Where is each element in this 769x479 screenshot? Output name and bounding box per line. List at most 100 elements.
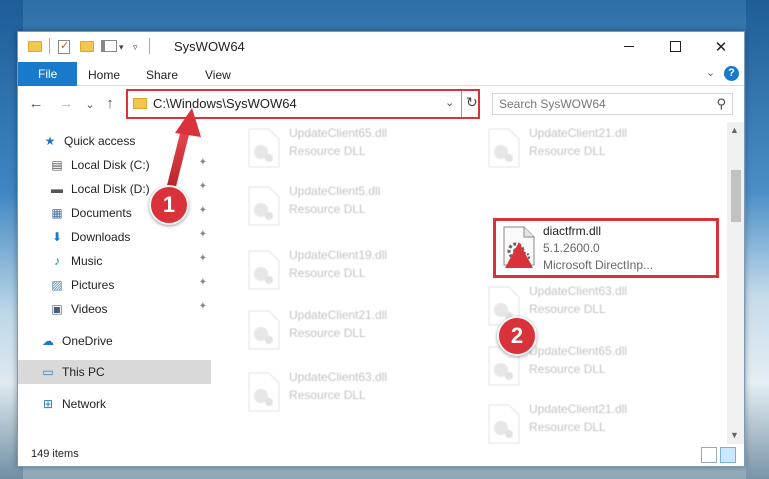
file-type: Resource DLL xyxy=(529,302,606,316)
file-type: Resource DLL xyxy=(529,420,606,434)
chevron-down-icon[interactable]: ▾ xyxy=(119,42,124,58)
pin-icon[interactable]: ✦ xyxy=(199,253,207,264)
pin-icon[interactable]: ✦ xyxy=(199,181,207,192)
address-path[interactable]: C:\Windows\SysWOW64 xyxy=(153,96,297,111)
sidebar-item-quick-access[interactable]: ★ Quick access xyxy=(18,129,211,153)
file-tile-diactfrm[interactable]: diactfrm.dll 5.1.2600.0 Microsoft Direct… xyxy=(493,218,719,278)
file-name: UpdateClient65.dll xyxy=(289,126,388,140)
dll-file-icon xyxy=(248,310,280,350)
scrollbar-thumb[interactable] xyxy=(731,170,741,222)
minimize-button[interactable] xyxy=(606,32,652,61)
file-list: UpdateClient65.dll Resource DLL UpdateCl… xyxy=(211,122,744,444)
tiles-view-icon[interactable] xyxy=(720,447,736,463)
pin-icon[interactable]: ✦ xyxy=(199,205,207,216)
expand-ribbon-icon[interactable]: ⌄ xyxy=(706,66,715,79)
sidebar-item-music[interactable]: ♪ Music ✦ xyxy=(18,249,211,273)
drive-icon: ▬ xyxy=(51,182,63,196)
file-tile[interactable]: UpdateClient63.dll Resource DLL xyxy=(239,366,459,420)
search-input[interactable]: Search SysWOW64 ⚲ xyxy=(492,93,733,115)
recent-locations-button[interactable]: ⌄ xyxy=(80,98,100,111)
sidebar-item-this-pc[interactable]: ▭ This PC xyxy=(18,360,211,384)
navigation-pane: ★ Quick access ▤ Local Disk (C:) ✦ ▬ Loc… xyxy=(18,122,211,444)
videos-icon: ▣ xyxy=(51,302,63,316)
sidebar-item-label: Quick access xyxy=(64,134,136,148)
file-tile[interactable]: UpdateClient5.dll Resource DLL xyxy=(239,180,459,234)
view-toggle-icon[interactable] xyxy=(101,40,117,52)
file-name: UpdateClient63.dll xyxy=(289,370,388,384)
step-badge-1: 1 xyxy=(149,185,189,225)
sidebar-item-label: Videos xyxy=(71,302,108,316)
file-tile[interactable]: UpdateClient65.dll Resource DLL xyxy=(239,122,459,176)
scroll-down-icon[interactable]: ▼ xyxy=(730,430,739,440)
file-type: Resource DLL xyxy=(289,388,366,402)
pin-icon[interactable]: ✦ xyxy=(199,301,207,312)
address-dropdown-icon[interactable]: ⌄ xyxy=(445,96,454,109)
file-tile[interactable]: UpdateClient21.dll Resource DLL xyxy=(479,122,699,176)
file-type: Resource DLL xyxy=(289,202,366,216)
sidebar-item-onedrive[interactable]: ☁ OneDrive xyxy=(18,329,211,353)
file-name: diactfrm.dll xyxy=(543,224,602,238)
maximize-button[interactable] xyxy=(652,32,698,61)
file-name: UpdateClient21.dll xyxy=(289,308,388,322)
file-type: Resource DLL xyxy=(289,326,366,340)
sidebar-item-label: Local Disk (D:) xyxy=(71,182,150,196)
back-button[interactable]: ← xyxy=(26,95,46,112)
pin-icon[interactable]: ✦ xyxy=(199,277,207,288)
properties-icon[interactable] xyxy=(58,39,70,54)
help-icon[interactable]: ? xyxy=(724,66,739,81)
file-version: 5.1.2600.0 xyxy=(543,241,600,255)
file-name: UpdateClient21.dll xyxy=(529,402,628,416)
dll-file-icon xyxy=(488,404,520,444)
sidebar-item-label: Music xyxy=(71,254,103,268)
sidebar-item-network[interactable]: ⊞ Network xyxy=(18,392,211,416)
file-tile[interactable]: UpdateClient21.dll Resource DLL xyxy=(479,398,699,444)
search-icon[interactable]: ⚲ xyxy=(716,96,726,112)
title-separator xyxy=(149,38,150,54)
tab-view[interactable]: View xyxy=(191,64,245,86)
scroll-up-icon[interactable]: ▲ xyxy=(730,125,739,135)
sidebar-item-local-disk-c[interactable]: ▤ Local Disk (C:) ✦ xyxy=(18,153,211,177)
sidebar-item-label: Pictures xyxy=(71,278,115,292)
documents-icon: ▦ xyxy=(51,206,63,220)
dll-file-icon xyxy=(503,226,535,266)
downloads-icon: ⬇ xyxy=(51,230,63,244)
dll-file-icon xyxy=(248,250,280,290)
dll-file-icon xyxy=(488,128,520,168)
pin-icon[interactable]: ✦ xyxy=(199,229,207,240)
folder-icon xyxy=(28,41,42,52)
pin-icon[interactable]: ✦ xyxy=(199,157,207,168)
details-view-icon[interactable] xyxy=(701,447,717,463)
star-icon: ★ xyxy=(44,134,56,148)
refresh-icon[interactable]: ↻ xyxy=(466,94,478,111)
up-button[interactable]: ↑ xyxy=(100,95,120,112)
sidebar-item-label: This PC xyxy=(62,365,105,379)
music-icon: ♪ xyxy=(54,254,60,268)
forward-button[interactable]: → xyxy=(56,95,76,112)
quick-access-separator xyxy=(49,38,50,54)
file-description: Microsoft DirectInp... xyxy=(543,258,654,272)
sidebar-item-label: Documents xyxy=(71,206,132,220)
dll-file-icon xyxy=(248,186,280,226)
tab-home[interactable]: Home xyxy=(74,64,134,86)
file-tile[interactable]: UpdateClient19.dll Resource DLL xyxy=(239,244,459,298)
sidebar-item-downloads[interactable]: ⬇ Downloads ✦ xyxy=(18,225,211,249)
sidebar-item-videos[interactable]: ▣ Videos ✦ xyxy=(18,297,211,321)
vertical-scrollbar[interactable]: ▲ ▼ xyxy=(727,122,744,444)
sidebar-item-label: Network xyxy=(62,397,107,411)
search-placeholder: Search SysWOW64 xyxy=(499,97,606,111)
tab-file[interactable]: File xyxy=(18,62,78,86)
sidebar-item-label: Downloads xyxy=(71,230,131,244)
close-button[interactable]: ✕ xyxy=(698,32,744,61)
new-folder-icon[interactable] xyxy=(80,41,94,52)
file-name: UpdateClient19.dll xyxy=(289,248,388,262)
file-type: Resource DLL xyxy=(529,362,606,376)
customize-toolbar-icon[interactable]: ▿ xyxy=(133,42,138,58)
sidebar-item-pictures[interactable]: ▨ Pictures ✦ xyxy=(18,273,211,297)
file-tile[interactable]: UpdateClient21.dll Resource DLL xyxy=(239,304,459,358)
address-bar[interactable]: C:\Windows\SysWOW64 ⌄ ↻ xyxy=(126,89,480,119)
dll-file-icon xyxy=(248,372,280,412)
drive-icon: ▤ xyxy=(51,158,63,172)
file-type: Resource DLL xyxy=(289,266,366,280)
tab-share[interactable]: Share xyxy=(132,64,192,86)
title-bar: ▾ ▿ SysWOW64 ✕ xyxy=(18,32,744,61)
